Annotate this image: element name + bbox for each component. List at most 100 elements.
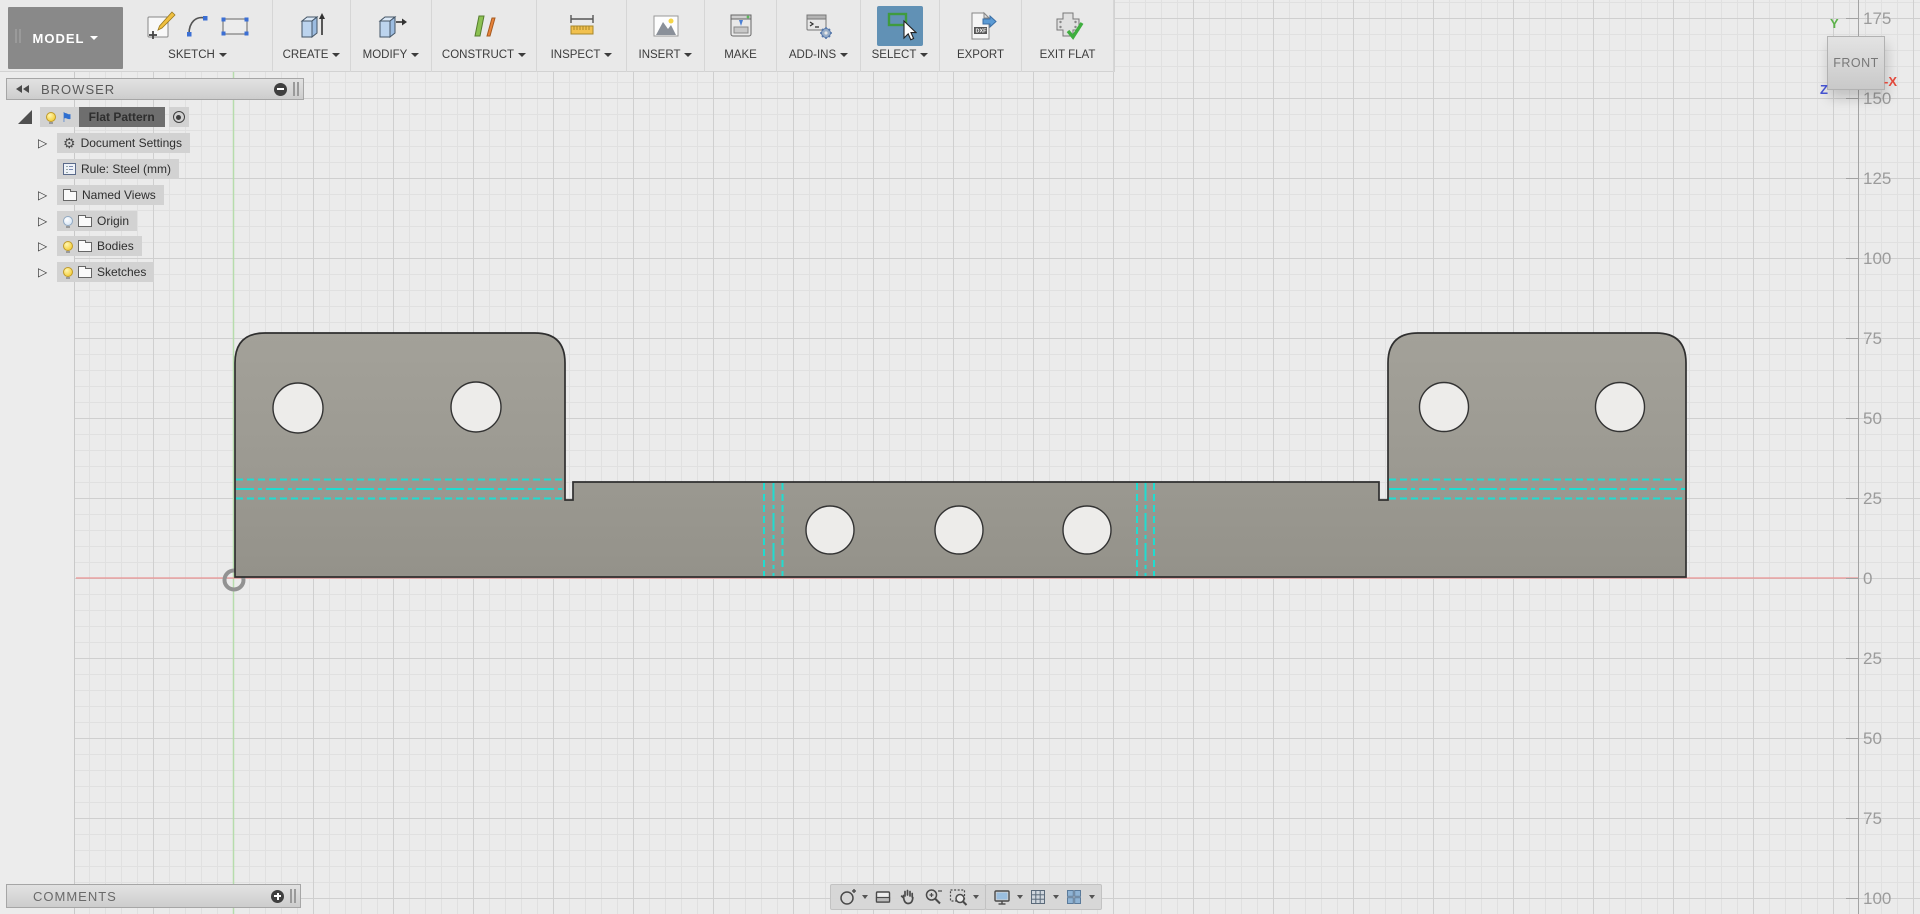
make-menu-label: MAKE	[724, 49, 757, 61]
ruler-label: 175	[1863, 9, 1909, 29]
zoom-icon[interactable]	[923, 887, 943, 907]
spline-icon[interactable]	[181, 9, 215, 43]
modify-icon[interactable]	[374, 9, 408, 43]
panel-resize-grip[interactable]	[290, 889, 296, 903]
tree-item-rule[interactable]: Rule: Steel (mm)	[57, 159, 179, 179]
chevron-down-icon[interactable]	[862, 895, 868, 899]
toolbar-group-select[interactable]: SELECT	[861, 0, 940, 72]
chevron-down-icon	[219, 53, 227, 57]
toolbar-grip-icon[interactable]	[15, 29, 21, 43]
bulb-on-icon[interactable]	[63, 267, 73, 277]
insert-icon[interactable]	[649, 9, 683, 43]
chevron-down-icon[interactable]	[1053, 895, 1059, 899]
expand-closed-icon[interactable]: ▷	[38, 215, 47, 227]
ruler-label: 75	[1863, 329, 1909, 349]
tree-item-document-settings[interactable]: ▷ ⚙ Document Settings	[38, 133, 190, 153]
select-icon	[883, 9, 917, 43]
viewports-icon[interactable]	[1064, 887, 1084, 907]
radio-active-icon[interactable]	[173, 111, 185, 123]
panel-resize-grip[interactable]	[293, 82, 299, 96]
comments-panel-header[interactable]: COMMENTS	[6, 884, 301, 908]
tree-item-sketches[interactable]: ▷ Sketches	[38, 262, 154, 282]
activate-component-control[interactable]	[169, 107, 189, 127]
toolbar-group-sketch[interactable]: SKETCH	[123, 0, 273, 72]
ruler-tick	[1846, 818, 1858, 819]
chevron-down-icon[interactable]	[973, 895, 979, 899]
chevron-down-icon	[604, 53, 612, 57]
chevron-down-icon[interactable]	[1089, 895, 1095, 899]
minimize-panel-icon[interactable]	[274, 83, 287, 96]
construct-icon[interactable]	[467, 9, 501, 43]
expand-closed-icon[interactable]: ▷	[38, 240, 47, 252]
expand-closed-icon[interactable]: ▷	[38, 266, 47, 278]
toolbar-group-insert[interactable]: INSERT	[627, 0, 705, 72]
toolbar-group-addins[interactable]: ADD-INS	[777, 0, 861, 72]
create-sketch-icon[interactable]	[144, 9, 178, 43]
workspace-selector[interactable]: MODEL	[8, 7, 123, 69]
addins-menu-label: ADD-INS	[789, 49, 836, 61]
rectangle-icon[interactable]	[218, 9, 252, 43]
collapse-panel-icon[interactable]	[16, 85, 29, 93]
tree-item-flat-pattern[interactable]: ⚑ Flat Pattern	[18, 107, 189, 127]
toolbar-group-create[interactable]: CREATE	[273, 0, 351, 72]
browser-panel-title: BROWSER	[41, 82, 115, 97]
ruler-label: 50	[1863, 409, 1909, 429]
bulb-off-icon[interactable]	[63, 216, 73, 226]
toolbar: MODEL SKETCH	[0, 0, 1115, 72]
expand-panel-icon[interactable]	[271, 890, 284, 903]
export-dxf-icon[interactable]: DXF	[964, 9, 998, 43]
ruler-tick	[1846, 738, 1858, 739]
select-tool-active[interactable]	[877, 6, 923, 46]
axis-y-label: Y	[1830, 16, 1839, 31]
display-settings-bar	[985, 884, 1102, 910]
tree-item-bodies[interactable]: ▷ Bodies	[38, 236, 142, 256]
inspect-icon[interactable]	[565, 9, 599, 43]
modify-menu-label: MODIFY	[363, 49, 408, 61]
toolbar-group-construct[interactable]: CONSTRUCT	[432, 0, 537, 72]
flat-pattern-part[interactable]	[235, 333, 1686, 577]
tree-item-origin[interactable]: ▷ Origin	[38, 211, 137, 231]
axis-x-label: -X	[1884, 74, 1897, 89]
pan-icon[interactable]	[898, 887, 918, 907]
construct-menu-label: CONSTRUCT	[442, 49, 514, 61]
exit-flat-icon[interactable]	[1051, 9, 1085, 43]
bulb-on-icon[interactable]	[46, 112, 56, 122]
exit-flat-menu-label: EXIT FLAT	[1040, 49, 1096, 61]
select-menu-label: SELECT	[872, 49, 917, 61]
viewcube[interactable]: FRONT	[1827, 36, 1885, 90]
chevron-down-icon[interactable]	[1017, 895, 1023, 899]
toolbar-group-exit-flat[interactable]: EXIT FLAT	[1022, 0, 1114, 72]
window-zoom-icon[interactable]	[948, 887, 968, 907]
toolbar-group-modify[interactable]: MODIFY	[351, 0, 432, 72]
orbit-icon[interactable]	[837, 887, 857, 907]
expand-closed-icon[interactable]: ▷	[38, 189, 47, 201]
create-icon[interactable]	[295, 9, 329, 43]
look-at-icon[interactable]	[873, 887, 893, 907]
chevron-down-icon	[411, 53, 419, 57]
display-settings-icon[interactable]	[992, 887, 1012, 907]
ruler-label: 75	[1863, 809, 1909, 829]
browser-panel-header[interactable]: BROWSER	[6, 78, 304, 100]
toolbar-group-inspect[interactable]: INSPECT	[537, 0, 627, 72]
toolbar-group-make[interactable]: MAKE	[705, 0, 777, 72]
grid-settings-icon[interactable]	[1028, 887, 1048, 907]
make-icon[interactable]	[724, 9, 758, 43]
ruler-tick	[1846, 498, 1858, 499]
create-menu-label: CREATE	[283, 49, 329, 61]
model-canvas[interactable]	[0, 0, 1920, 914]
svg-text:DXF: DXF	[975, 29, 987, 35]
rule-list-icon	[63, 163, 76, 175]
ruler-label: 25	[1863, 489, 1909, 509]
ruler-label: 25	[1863, 649, 1909, 669]
visibility-group[interactable]: ⚑	[40, 107, 79, 127]
bulb-on-icon[interactable]	[63, 241, 73, 251]
expand-closed-icon[interactable]: ▷	[38, 137, 47, 149]
ruler-label: 100	[1863, 889, 1909, 909]
ruler-label: 0	[1863, 569, 1909, 589]
tree-item-named-views[interactable]: ▷ Named Views	[38, 185, 164, 205]
expand-open-icon[interactable]	[18, 110, 32, 124]
toolbar-group-export[interactable]: DXF EXPORT	[940, 0, 1022, 72]
addins-icon[interactable]	[802, 9, 836, 43]
viewcube-face-label[interactable]: FRONT	[1833, 56, 1879, 70]
tree-item-label-selected[interactable]: Flat Pattern	[79, 107, 165, 127]
